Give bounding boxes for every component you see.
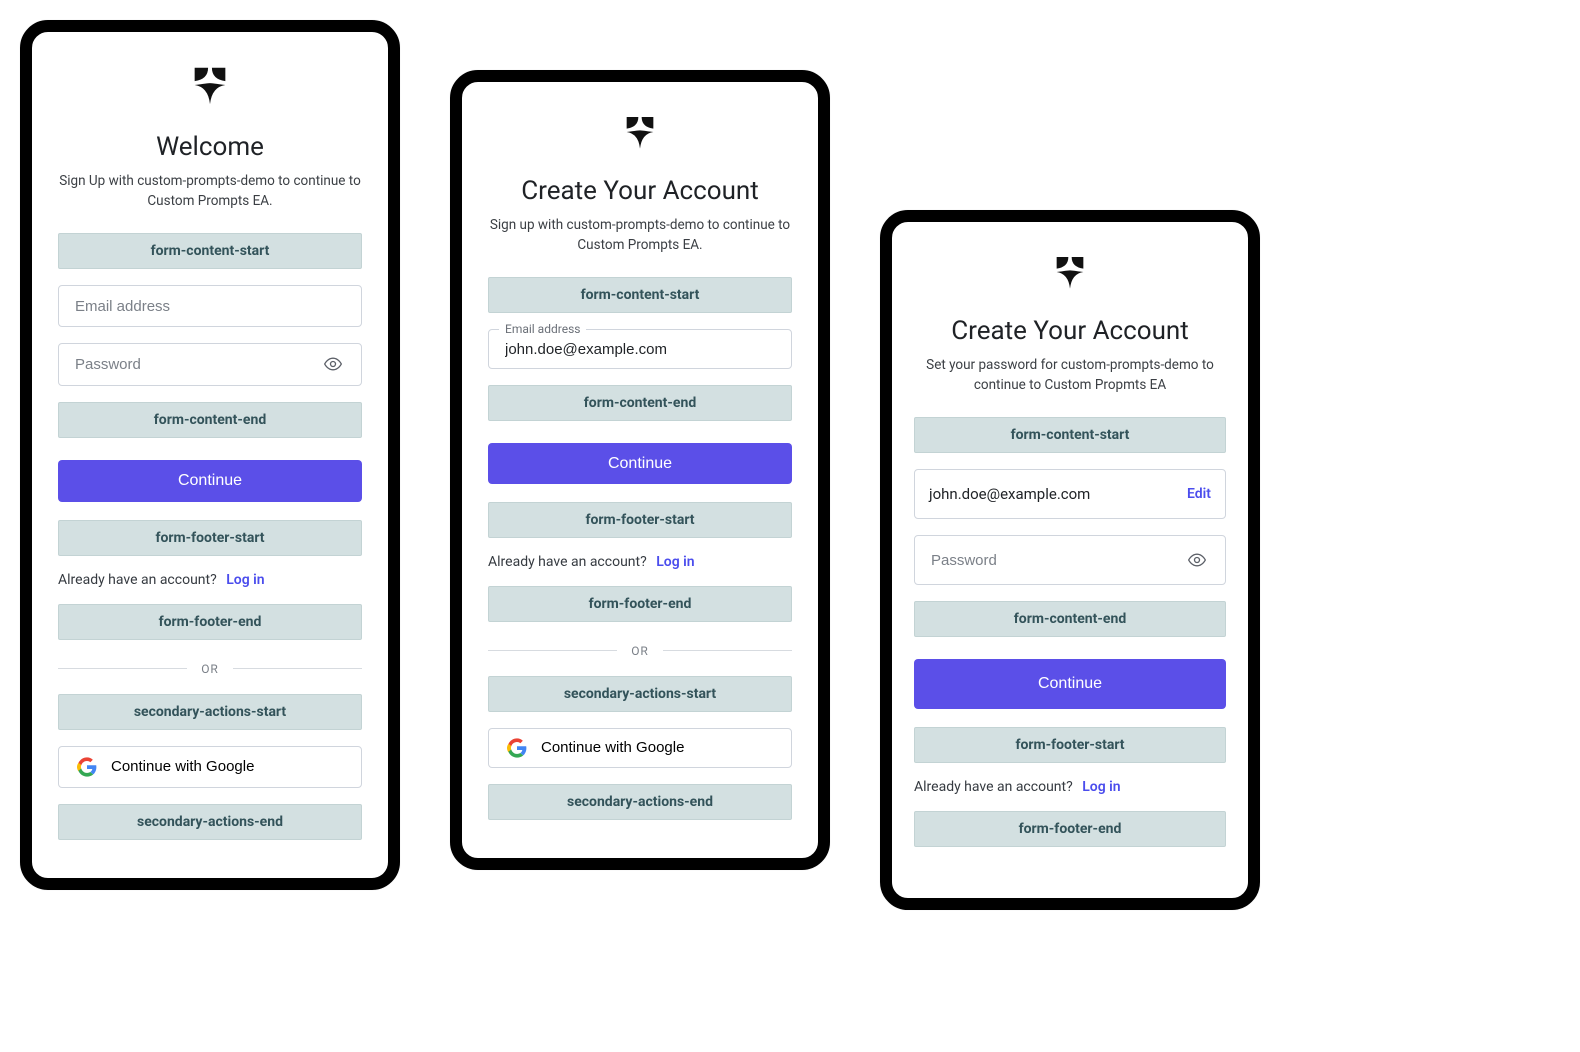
login-prompt-text: Already have an account?: [488, 554, 647, 570]
slot-marker-form-content-start: form-content-start: [488, 277, 792, 313]
email-readonly-value: john.doe@example.com: [929, 485, 1090, 503]
password-field[interactable]: [58, 343, 362, 385]
shield-icon: [620, 112, 660, 152]
or-divider: OR: [58, 662, 362, 676]
brand-logo: [488, 112, 792, 152]
shield-icon: [187, 62, 233, 108]
continue-button[interactable]: Continue: [914, 659, 1226, 709]
or-label: OR: [201, 662, 219, 676]
slot-marker-secondary-actions-start: secondary-actions-start: [58, 694, 362, 730]
slot-marker-form-footer-start: form-footer-start: [488, 502, 792, 538]
toggle-password-visibility-button[interactable]: [319, 350, 347, 378]
login-prompt: Already have an account? Log in: [914, 779, 1226, 795]
login-link[interactable]: Log in: [656, 554, 694, 570]
slot-marker-form-footer-start: form-footer-start: [58, 520, 362, 556]
password-field[interactable]: [914, 535, 1226, 585]
email-readonly-row: john.doe@example.com Edit: [914, 469, 1226, 519]
page-subtitle: Sign Up with custom-prompts-demo to cont…: [58, 172, 362, 211]
slot-marker-form-content-end: form-content-end: [58, 402, 362, 438]
eye-icon: [323, 354, 343, 374]
google-button-label: Continue with Google: [111, 758, 254, 775]
edit-email-link[interactable]: Edit: [1187, 486, 1211, 502]
login-prompt-text: Already have an account?: [58, 572, 217, 588]
slot-marker-form-footer-end: form-footer-end: [914, 811, 1226, 847]
page-title: Welcome: [58, 132, 362, 162]
email-field[interactable]: [58, 285, 362, 327]
or-label: OR: [631, 644, 649, 658]
slot-marker-form-footer-start: form-footer-start: [914, 727, 1226, 763]
password-input[interactable]: [73, 355, 319, 374]
continue-button[interactable]: Continue: [488, 443, 792, 483]
signup-identifier-screen: Create Your Account Sign up with custom-…: [450, 70, 830, 870]
signup-password-screen: Create Your Account Set your password fo…: [880, 210, 1260, 910]
password-input[interactable]: [929, 551, 1183, 570]
continue-with-google-button[interactable]: Continue with Google: [58, 746, 362, 788]
continue-button[interactable]: Continue: [58, 460, 362, 502]
page-subtitle: Set your password for custom-prompts-dem…: [914, 356, 1226, 395]
shield-icon: [1050, 252, 1090, 292]
continue-with-google-button[interactable]: Continue with Google: [488, 728, 792, 768]
login-link[interactable]: Log in: [226, 572, 264, 588]
email-field[interactable]: Email address: [488, 329, 792, 369]
page-subtitle: Sign up with custom-prompts-demo to cont…: [488, 216, 792, 255]
divider-line: [233, 668, 362, 669]
brand-logo: [58, 62, 362, 108]
page-title: Create Your Account: [488, 176, 792, 206]
google-icon: [77, 757, 97, 777]
brand-logo: [914, 252, 1226, 292]
email-input[interactable]: [73, 297, 347, 316]
slot-marker-secondary-actions-end: secondary-actions-end: [58, 804, 362, 840]
email-input[interactable]: [503, 340, 777, 359]
slot-marker-secondary-actions-end: secondary-actions-end: [488, 784, 792, 820]
slot-marker-form-content-start: form-content-start: [58, 233, 362, 269]
or-divider: OR: [488, 644, 792, 658]
page-title: Create Your Account: [914, 316, 1226, 346]
slot-marker-form-footer-end: form-footer-end: [488, 586, 792, 622]
slot-marker-form-content-end: form-content-end: [914, 601, 1226, 637]
divider-line: [488, 650, 617, 651]
slot-marker-secondary-actions-start: secondary-actions-start: [488, 676, 792, 712]
signup-welcome-screen: Welcome Sign Up with custom-prompts-demo…: [20, 20, 400, 890]
divider-line: [58, 668, 187, 669]
login-link[interactable]: Log in: [1082, 779, 1120, 795]
google-icon: [507, 738, 527, 758]
login-prompt-text: Already have an account?: [914, 779, 1073, 795]
slot-marker-form-content-end: form-content-end: [488, 385, 792, 421]
login-prompt: Already have an account? Log in: [58, 572, 362, 588]
slot-marker-form-content-start: form-content-start: [914, 417, 1226, 453]
login-prompt: Already have an account? Log in: [488, 554, 792, 570]
email-float-label: Email address: [499, 322, 586, 336]
eye-icon: [1187, 550, 1207, 570]
google-button-label: Continue with Google: [541, 739, 684, 756]
slot-marker-form-footer-end: form-footer-end: [58, 604, 362, 640]
toggle-password-visibility-button[interactable]: [1183, 546, 1211, 574]
divider-line: [663, 650, 792, 651]
